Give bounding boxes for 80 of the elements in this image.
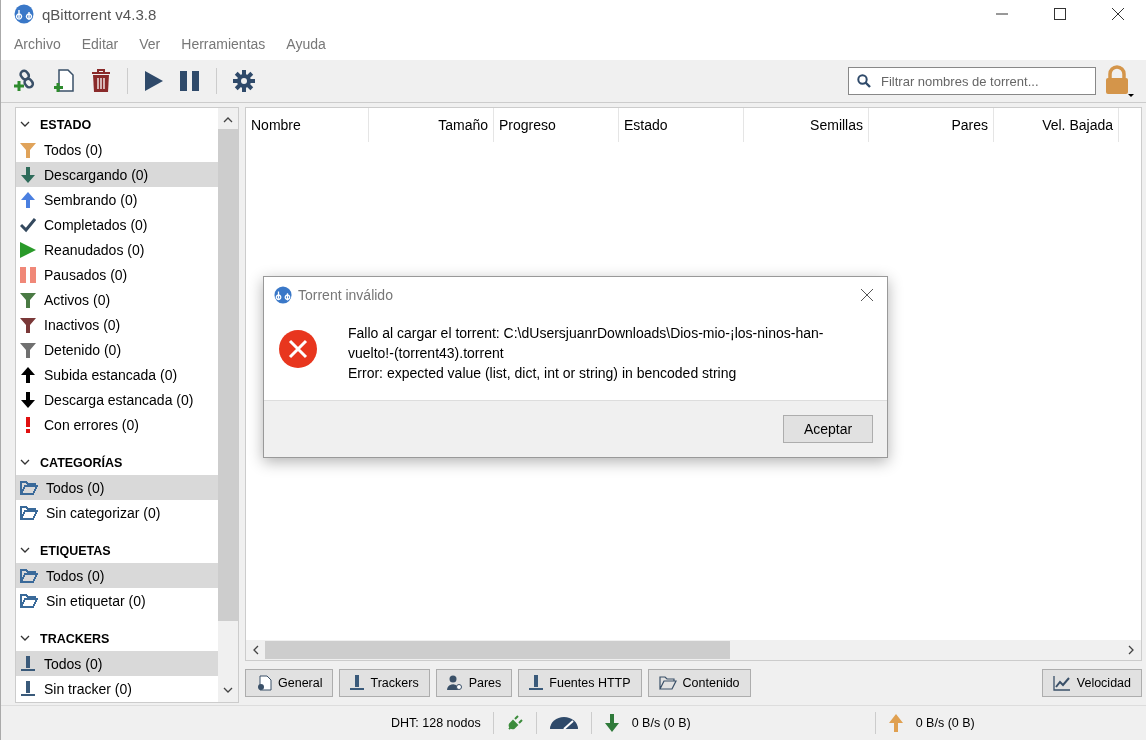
panel-tab[interactable]: Trackers (339, 669, 430, 697)
chevron-down-icon[interactable] (20, 121, 30, 128)
filter-item[interactable]: Sin categorizar (0) (16, 500, 218, 525)
filter-item[interactable]: Todos (0) (16, 563, 218, 588)
column-header[interactable]: Nombre (246, 108, 369, 142)
download-speed: 0 B/s (0 B) (631, 716, 691, 730)
section-title: TRACKERS (40, 631, 110, 646)
column-header[interactable]: Pares (869, 108, 994, 142)
dialog-title: Torrent inválido (298, 287, 393, 303)
chevron-down-icon[interactable] (20, 635, 30, 642)
error-message: Fallo al cargar el torrent: C:\dUsersjuanrDownloads\Dios-mio-¡los-ninos-han-vuelto!-(torrent43).torrent (348, 324, 825, 363)
chevron-down-icon[interactable] (20, 459, 30, 466)
scroll-right-icon[interactable] (1128, 645, 1135, 655)
section-title: ETIQUETAS (40, 543, 111, 558)
filter-item[interactable]: Descarga estancada (0) (16, 387, 218, 412)
filter-item[interactable]: Pausados (0) (16, 262, 218, 287)
panel-tab[interactable]: Contenido (647, 669, 751, 697)
scroll-left-icon[interactable] (252, 645, 259, 655)
menu-item[interactable]: Archivo (14, 36, 61, 52)
upload-arrow-icon (887, 714, 904, 732)
pause-icon[interactable] (180, 70, 200, 92)
tracker-icon (350, 675, 365, 691)
sidebar-scrollbar[interactable] (218, 108, 238, 702)
column-header[interactable]: Progreso (494, 108, 619, 142)
folder-icon (658, 676, 677, 690)
search-icon (857, 74, 871, 88)
section-title: CATEGORÍAS (40, 455, 123, 470)
accept-button[interactable]: Aceptar (783, 415, 873, 443)
play-icon[interactable] (144, 70, 164, 92)
menu-item[interactable]: Ver (139, 36, 161, 52)
filter-item[interactable]: Sin tracker (0) (16, 676, 218, 701)
app-logo-icon (274, 286, 292, 304)
filter-item[interactable]: Todos (0) (16, 475, 218, 500)
column-header[interactable]: Estado (619, 108, 744, 142)
panel-tab[interactable]: Pares (435, 669, 513, 697)
filter-item[interactable]: Inactivos (0) (16, 312, 218, 337)
filter-item[interactable]: Sembrando (0) (16, 187, 218, 212)
filter-item[interactable]: Subida estancada (0) (16, 362, 218, 387)
filter-item[interactable]: Reanudados (0) (16, 237, 218, 262)
add-file-icon[interactable] (53, 69, 75, 93)
maximize-icon[interactable] (1054, 8, 1066, 20)
menu-item[interactable]: Ayuda (286, 36, 326, 52)
panel-tab[interactable]: Fuentes HTTP (518, 669, 642, 697)
filter-item[interactable]: Todos (0) (16, 651, 218, 676)
close-icon[interactable] (861, 289, 873, 301)
search-field[interactable]: Filtrar nombres de torrent... (848, 67, 1096, 95)
filter-item[interactable]: Sin etiquetar (0) (16, 588, 218, 613)
tracker-icon (529, 675, 544, 691)
person-search-icon (446, 675, 463, 691)
panel-tab[interactable]: General (245, 669, 334, 697)
scroll-down-icon[interactable] (223, 687, 233, 694)
filter-item[interactable]: Todos (0) (16, 137, 218, 162)
line-chart-icon (1052, 675, 1071, 691)
close-icon[interactable] (1112, 8, 1124, 20)
column-header[interactable]: Semillas (744, 108, 869, 142)
download-arrow-icon (603, 714, 620, 732)
speedometer-icon (548, 716, 579, 730)
upload-speed: 0 B/s (0 B) (915, 716, 975, 730)
window-title: qBittorrent v4.3.8 (42, 5, 157, 23)
filter-item[interactable]: Activos (0) (16, 287, 218, 312)
column-header[interactable]: Vel. Bajada (994, 108, 1119, 142)
scroll-up-icon[interactable] (223, 116, 233, 123)
menu-item[interactable]: Editar (81, 36, 119, 52)
error-icon (278, 329, 318, 369)
speed-button[interactable]: Velocidad (1041, 669, 1142, 697)
menu-item[interactable]: Herramientas (181, 36, 266, 52)
dht-status: DHT: 128 nodos (391, 716, 481, 730)
chevron-down-icon[interactable] (20, 547, 30, 554)
filter-item[interactable]: Descargando (0) (16, 162, 218, 187)
settings-icon[interactable] (233, 70, 255, 92)
filter-item[interactable]: Con errores (0) (16, 412, 218, 437)
trash-icon[interactable] (91, 69, 111, 93)
add-link-icon[interactable] (13, 69, 37, 93)
column-header[interactable]: Tamaño (369, 108, 494, 142)
filter-item[interactable]: Completados (0) (16, 212, 218, 237)
table-scrollbar[interactable] (246, 640, 1141, 660)
app-logo-icon (14, 4, 34, 24)
section-title: ESTADO (40, 117, 92, 132)
error-detail: Error: expected value (list, dict, int or string) in bencoded string (348, 364, 738, 383)
filter-item[interactable]: Detenido (0) (16, 337, 218, 362)
